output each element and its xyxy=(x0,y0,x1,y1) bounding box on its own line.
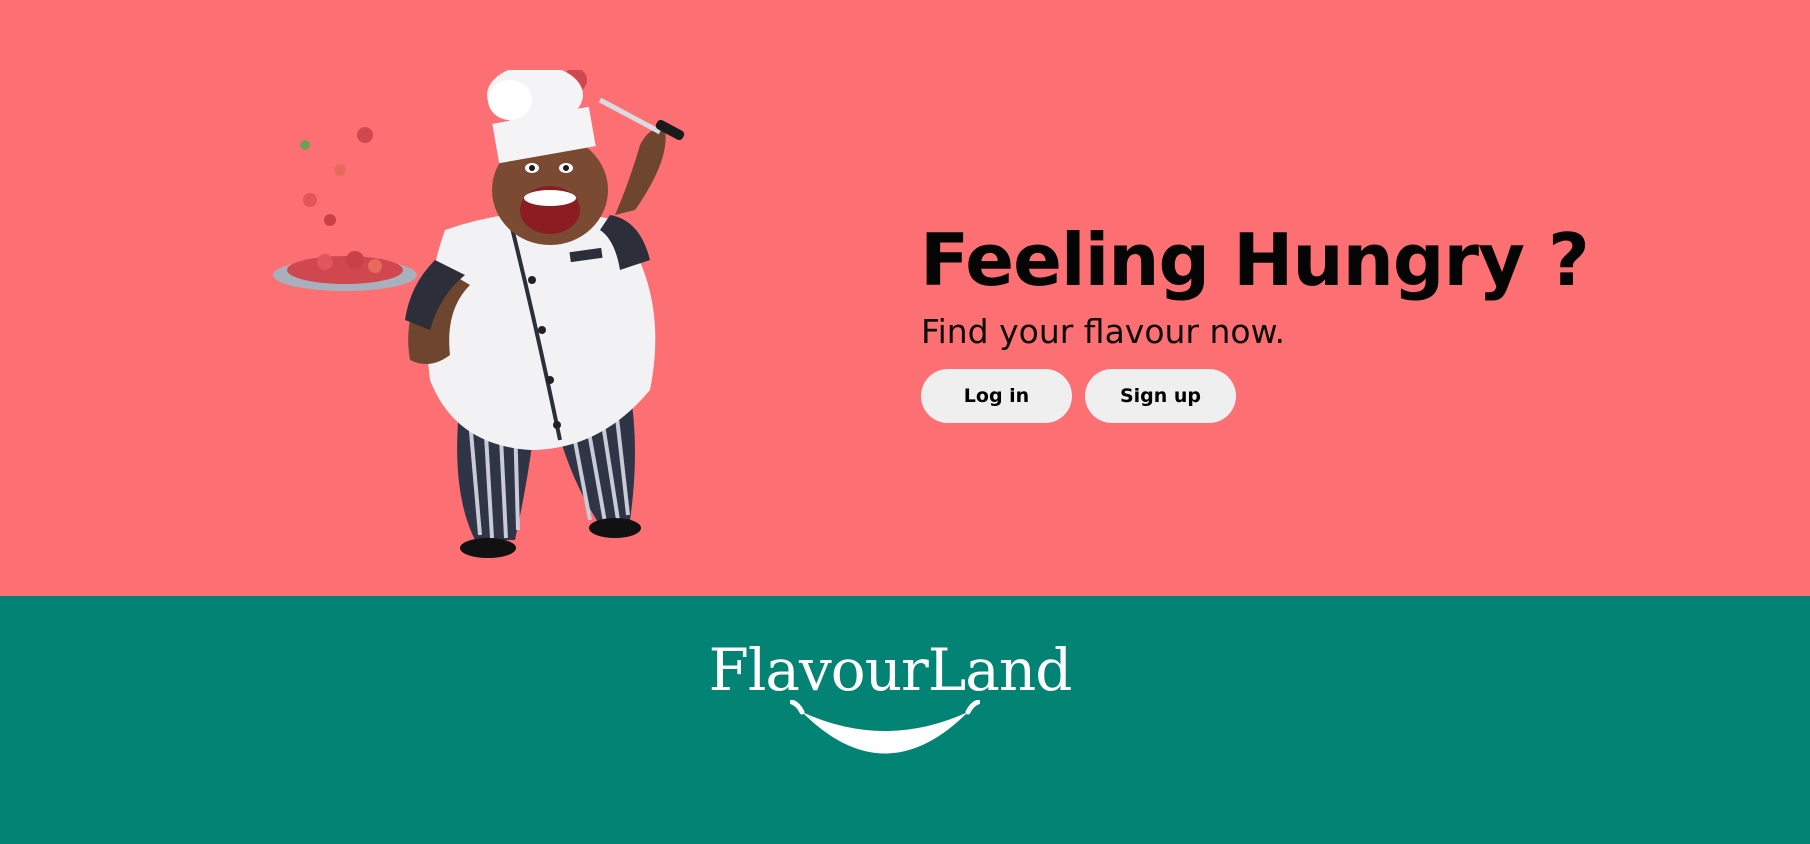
page-title: Feeling Hungry ? xyxy=(920,218,1590,302)
logo[interactable]: FlavourLand xyxy=(700,636,1080,776)
tagline: Find your flavour now. xyxy=(921,312,1286,351)
hero-section: Feeling Hungry ? Find your flavour now. … xyxy=(0,0,1810,596)
chef-icon xyxy=(273,70,685,558)
smile-icon xyxy=(790,700,980,754)
login-button[interactable]: Log in xyxy=(921,369,1072,423)
logo-text: FlavourLand xyxy=(708,636,1073,704)
signup-button[interactable]: Sign up xyxy=(1085,369,1236,423)
